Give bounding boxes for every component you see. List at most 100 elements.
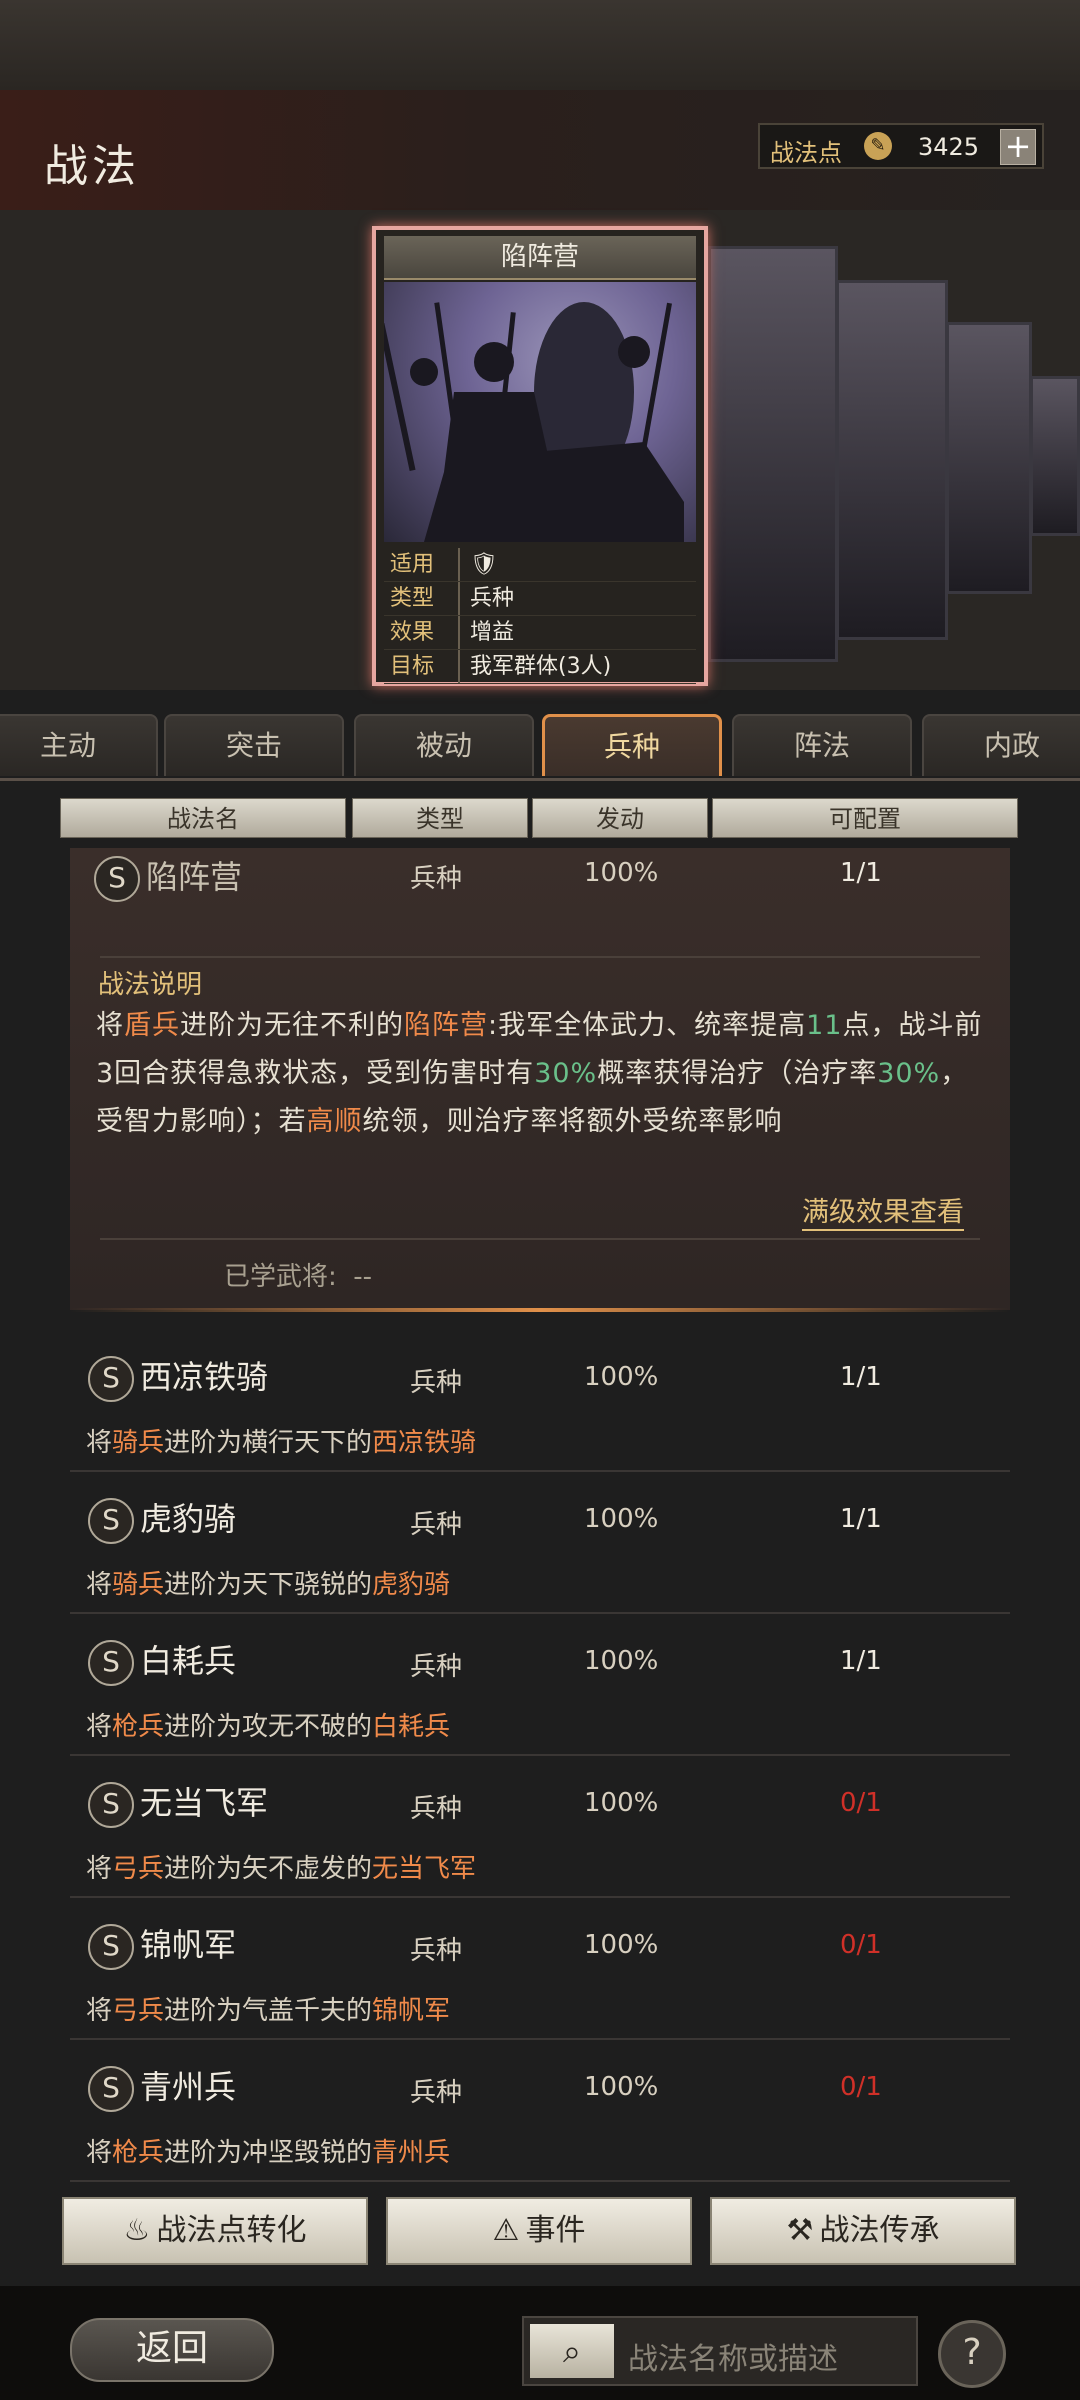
tab-formation[interactable]: 阵法 xyxy=(732,714,912,776)
tactic-summary: 将骑兵进阶为天下骁锐的虎豹骑 xyxy=(86,1564,450,1601)
summary-text: 进阶为横行天下的 xyxy=(164,1428,373,1458)
summary-text: 进阶为天下骁锐的 xyxy=(164,1570,373,1600)
card-behind-5[interactable] xyxy=(1030,376,1080,536)
s-rank-badge: S xyxy=(88,1498,134,1544)
table-row[interactable]: S 青州兵 兵种 100% 0/1 将枪兵进阶为冲坚毁锐的青州兵 xyxy=(70,2040,1010,2182)
desc-text: 进阶为无往不利的 xyxy=(180,1010,404,1041)
s-rank-badge: S xyxy=(88,1782,134,1828)
desc-highlight: 陷阵营 xyxy=(404,1010,488,1041)
info-value: 兵种 xyxy=(470,586,515,611)
info-key: 适用 xyxy=(384,548,460,581)
convert-points-label: 战法点转化 xyxy=(156,2213,307,2248)
tactic-list[interactable]: S 陷阵营 兵种 100% 1/1 战法说明 将盾兵进阶为无往不利的陷阵营:我军全… xyxy=(0,848,1080,2188)
tactic-type: 兵种 xyxy=(410,1510,463,1540)
convert-points-button[interactable]: ♨ 战法点转化 xyxy=(62,2197,368,2265)
tactic-name-text: 青州兵 xyxy=(140,2068,237,2106)
tab-troop-type[interactable]: 兵种 xyxy=(542,714,722,776)
learned-value: -- xyxy=(353,1262,373,1292)
events-button[interactable]: ⚠ 事件 xyxy=(386,2197,692,2265)
summary-highlight: 枪兵 xyxy=(112,2138,165,2168)
tactic-name: S 白耗兵 xyxy=(88,1636,236,1686)
tactic-config: 1/1 xyxy=(840,1362,882,1392)
info-value: 增益 xyxy=(470,620,515,645)
tactic-type: 兵种 xyxy=(410,2078,463,2108)
card-behind-4[interactable] xyxy=(946,322,1032,594)
card-carousel[interactable]: 陷阵营 适用 🛡 类型 兵种 效果 增益 目标 我军群体(3人) xyxy=(0,210,1080,690)
tab-active-skill[interactable]: 主动 xyxy=(0,714,158,776)
flame-icon: ♨ xyxy=(123,2213,151,2248)
tactic-name: S 无当飞军 xyxy=(88,1778,268,1828)
table-row[interactable]: S 无当飞军 兵种 100% 0/1 将弓兵进阶为矢不虚发的无当飞军 xyxy=(70,1756,1010,1898)
description-title: 战法说明 xyxy=(98,970,203,1000)
search-input[interactable]: 战法名称或描述 xyxy=(628,2334,838,2378)
tactic-rate: 100% xyxy=(584,1788,659,1818)
card-art-soldiers xyxy=(384,282,696,542)
tactic-type: 兵种 xyxy=(410,1794,463,1824)
selected-tactic-card[interactable]: 陷阵营 适用 🛡 类型 兵种 效果 增益 目标 我军群体(3人) xyxy=(372,226,708,686)
tactic-rate: 100% xyxy=(584,1646,659,1676)
tactic-summary: 将枪兵进阶为冲坚毁锐的青州兵 xyxy=(86,2132,450,2169)
info-key: 目标 xyxy=(384,650,460,683)
desc-highlight: 高顺 xyxy=(306,1106,363,1137)
column-header-trigger[interactable]: 发动 xyxy=(532,798,708,838)
tactic-type: 兵种 xyxy=(410,864,463,894)
card-info-row: 效果 增益 xyxy=(384,616,696,650)
tactic-points-box: 战法点 ✎ 3425 + xyxy=(758,123,1044,169)
tab-passive[interactable]: 被动 xyxy=(354,714,534,776)
column-header-name[interactable]: 战法名 xyxy=(60,798,346,838)
summary-text: 将 xyxy=(86,1996,113,2026)
shield-icon: 🛡 xyxy=(470,552,498,577)
tactic-name-text: 西凉铁骑 xyxy=(140,1358,269,1396)
s-rank-badge: S xyxy=(88,1924,134,1970)
summary-text: 将 xyxy=(86,1428,113,1458)
card-title: 陷阵营 xyxy=(384,236,696,280)
info-key: 效果 xyxy=(384,616,460,649)
card-info-row: 类型 兵种 xyxy=(384,582,696,616)
tactic-points-value: 3425 xyxy=(918,133,980,161)
tactic-type-tabs: 主动 突击 被动 兵种 阵法 内政 xyxy=(0,710,1080,778)
inherit-tactic-label: 战法传承 xyxy=(819,2213,940,2248)
summary-text: 将 xyxy=(86,1570,113,1600)
table-row[interactable]: S 虎豹骑 兵种 100% 1/1 将骑兵进阶为天下骁锐的虎豹骑 xyxy=(70,1472,1010,1614)
table-row[interactable]: S 锦帆军 兵种 100% 0/1 将弓兵进阶为气盖千夫的锦帆军 xyxy=(70,1898,1010,2040)
divider xyxy=(100,1238,980,1240)
back-button[interactable]: 返回 xyxy=(70,2318,274,2382)
table-row[interactable]: S 白耗兵 兵种 100% 1/1 将枪兵进阶为攻无不破的白耗兵 xyxy=(70,1614,1010,1756)
page-header: 战法 战法点 ✎ 3425 + ( xyxy=(0,90,1080,362)
tactic-summary: 将弓兵进阶为气盖千夫的锦帆军 xyxy=(86,1990,450,2027)
tab-internal-affairs[interactable]: 内政 xyxy=(922,714,1080,776)
top-decor-band xyxy=(0,0,1080,90)
selected-row-glow xyxy=(70,1308,1010,1312)
summary-highlight: 弓兵 xyxy=(112,1854,165,1884)
summary-highlight: 枪兵 xyxy=(112,1712,165,1742)
help-button[interactable]: ? xyxy=(938,2320,1006,2388)
tactic-config-unavailable: 0/1 xyxy=(840,2072,882,2102)
tab-assault[interactable]: 突击 xyxy=(164,714,344,776)
selected-tactic-row[interactable]: S 陷阵营 兵种 100% 1/1 战法说明 将盾兵进阶为无往不利的陷阵营:我军全… xyxy=(70,848,1010,1312)
tactic-name-text: 无当飞军 xyxy=(140,1784,269,1822)
tactic-point-coin-icon: ✎ xyxy=(864,132,892,160)
inherit-tactic-button[interactable]: ⚒ 战法传承 xyxy=(710,2197,1016,2265)
max-level-effect-link[interactable]: 满级效果查看 xyxy=(802,1190,964,1231)
card-info-row: 目标 我军群体(3人) xyxy=(384,650,696,684)
summary-highlight: 锦帆军 xyxy=(372,1996,451,2026)
footer-bar: 返回 ⌕ 战法名称或描述 ? xyxy=(0,2286,1080,2400)
card-behind-2[interactable] xyxy=(708,246,838,662)
table-row[interactable]: S 西凉铁骑 兵种 100% 1/1 将骑兵进阶为横行天下的西凉铁骑 xyxy=(70,1330,1010,1472)
search-box[interactable]: ⌕ 战法名称或描述 xyxy=(522,2316,918,2386)
tactic-config: 1/1 xyxy=(840,1504,882,1534)
events-label: 事件 xyxy=(525,2213,586,2248)
tactic-rate: 100% xyxy=(584,1930,659,1960)
summary-highlight: 无当飞军 xyxy=(372,1854,477,1884)
add-points-button[interactable]: + xyxy=(1000,129,1036,165)
desc-text: :我军全体武力、统率提高 xyxy=(488,1010,807,1041)
tactic-name: S 虎豹骑 xyxy=(88,1494,236,1544)
column-header-type[interactable]: 类型 xyxy=(352,798,528,838)
card-behind-3[interactable] xyxy=(836,280,948,640)
search-icon[interactable]: ⌕ xyxy=(530,2324,614,2378)
tactic-rate: 100% xyxy=(584,2072,659,2102)
column-header-config[interactable]: 可配置 xyxy=(712,798,1018,838)
hammer-icon: ⚒ xyxy=(786,2213,814,2248)
learned-generals: 已学武将: -- xyxy=(224,1256,372,1293)
desc-text: 概率获得治疗（治疗率 xyxy=(597,1058,878,1089)
